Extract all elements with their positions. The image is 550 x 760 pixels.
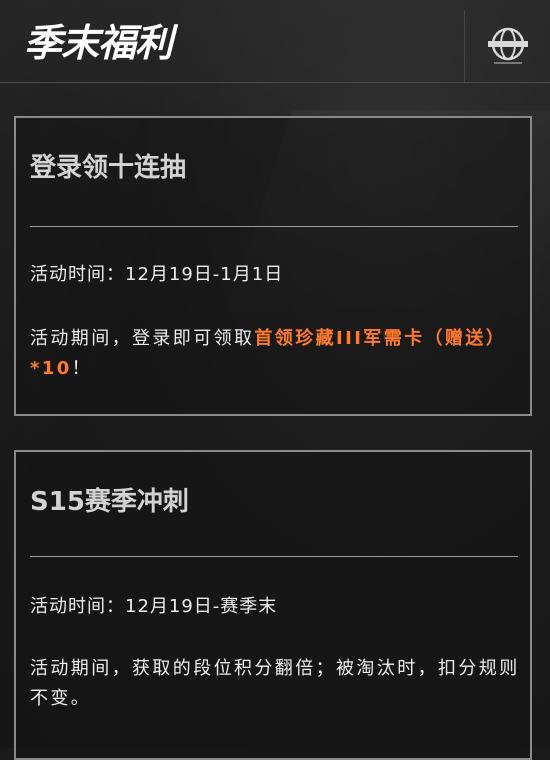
page-header: 季末福利 xyxy=(0,0,550,83)
desc-prefix: 活动期间，登录即可领取 xyxy=(30,328,255,349)
event-time: 活动时间：12月19日-赛季末 xyxy=(30,594,277,620)
time-value: 12月19日-1月1日 xyxy=(125,264,284,285)
globe-emblem-icon xyxy=(488,27,528,64)
event-card-season-sprint: S15赛季冲刺 活动时间：12月19日-赛季末 活动期间，获取的段位积分翻倍；被… xyxy=(14,450,532,760)
card-divider xyxy=(30,556,518,557)
event-time: 活动时间：12月19日-1月1日 xyxy=(30,262,283,288)
card-title: 登录领十连抽 xyxy=(30,153,187,183)
desc-suffix: ！ xyxy=(71,358,93,379)
event-description: 活动期间，获取的段位积分翻倍；被淘汰时，扣分规则不变。 xyxy=(30,658,520,709)
time-value: 12月19日-赛季末 xyxy=(125,596,278,617)
card-title: S15赛季冲刺 xyxy=(30,487,189,517)
event-card-login: 登录领十连抽 活动时间：12月19日-1月1日 活动期间，登录即可领取首领珍藏I… xyxy=(14,116,532,416)
event-description: 活动期间，登录即可领取首领珍藏III军需卡（赠送）*10！ xyxy=(30,324,526,384)
card-divider xyxy=(30,226,518,227)
time-label: 活动时间： xyxy=(30,596,125,617)
time-label: 活动时间： xyxy=(30,264,125,285)
header-divider xyxy=(464,10,465,82)
page-title: 季末福利 xyxy=(24,21,173,65)
